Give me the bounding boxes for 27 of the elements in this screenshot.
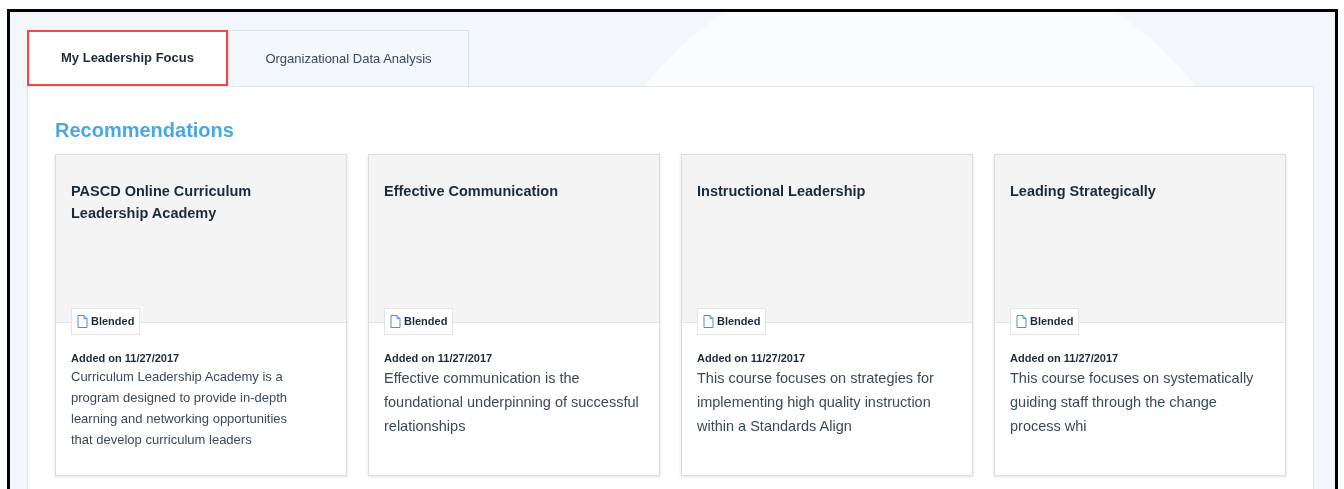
tab[interactable]: My Leadership Focus [27,30,228,86]
card-title: Effective Communication [384,182,560,201]
added-date: Added on 11/27/2017 [384,351,494,365]
card-title: PASCD Online Curriculum Leadership Academy [71,182,253,223]
card-description: Curriculum Leadership Academy is a program designed to provide in-depth learning and networking opportunities that develop curriculum leaders [71,368,289,449]
course-card[interactable] [55,154,347,476]
badge-label: Blended [404,314,448,330]
card-description: This course focuses on strategies for implementing high quality instruction within a Standards Align [697,369,935,436]
document-icon [390,315,401,328]
section-title: Recommendations [55,120,235,140]
card-title: Leading Strategically [1010,182,1157,201]
tab[interactable]: Organizational Data Analysis [228,30,469,86]
course-card[interactable]: Leading Strategically Blended Added on 11/27/2017 This course focuses on systematically guiding staff through the change process whi [994,154,1286,476]
badge-label: Blended [1030,314,1074,330]
badge-label: Blended [717,314,761,330]
course-card[interactable]: Instructional Leadership Blended Added on 11/27/2017 This course focuses on strategies for implementing high quality instruction within a Standards Align [681,154,973,476]
document-icon [1016,315,1027,328]
added-date: Added on 11/27/2017 [71,351,181,365]
card-description: Effective communication is the foundational underpinning of successful relationships [384,369,639,436]
added-date: Added on 11/27/2017 [697,351,807,365]
course-card[interactable]: Effective Communication Blended Added on 11/27/2017 Effective communication is the foundational underpinning of successful relationships [368,154,660,476]
added-date: Added on 11/27/2017 [1010,351,1120,365]
card-description: This course focuses on systematically guiding staff through the change process whi [1010,369,1255,436]
card-title: Instructional Leadership [697,182,867,201]
document-icon [77,315,88,328]
document-icon [703,315,714,328]
badge-label: Blended [91,314,135,330]
